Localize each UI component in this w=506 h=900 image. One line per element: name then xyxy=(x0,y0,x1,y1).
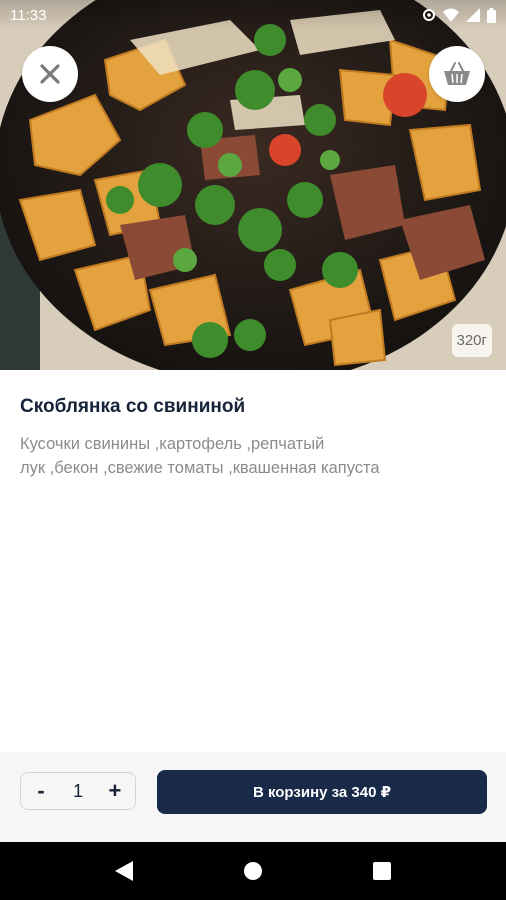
status-bar: 11:33 xyxy=(0,0,506,30)
add-to-cart-button[interactable]: В корзину за 340 ₽ xyxy=(157,770,487,814)
nav-home-button[interactable] xyxy=(233,851,273,891)
back-triangle-icon xyxy=(115,861,134,881)
order-panel: - 1 + В корзину за 340 ₽ xyxy=(0,752,506,842)
quantity-stepper: - 1 + xyxy=(20,772,136,810)
system-nav-bar xyxy=(0,842,506,900)
dish-description-line-1: Кусочки свинины ,картофель ,репчатый xyxy=(20,435,325,453)
battery-icon xyxy=(487,7,496,23)
close-button[interactable] xyxy=(22,46,78,102)
basket-icon xyxy=(444,62,470,85)
status-icons xyxy=(422,7,496,23)
decrement-button[interactable]: - xyxy=(29,776,53,806)
settings-icon xyxy=(423,9,435,21)
dish-description-line-2: лук ,бекон ,свежие томаты ,квашенная кап… xyxy=(20,459,380,477)
status-time: 11:33 xyxy=(10,6,47,24)
basket-button[interactable] xyxy=(429,46,485,102)
dish-photo xyxy=(0,0,506,370)
home-circle-icon xyxy=(243,862,262,880)
dish-title: Скоблянка со свининой xyxy=(20,396,246,417)
dish-description: Кусочки свинины ,картофель ,репчатый лук… xyxy=(20,432,420,480)
nav-recents-button[interactable] xyxy=(362,851,402,891)
weight-badge: 320г xyxy=(451,324,492,357)
signal-icon xyxy=(466,8,480,22)
wifi-icon xyxy=(443,8,459,22)
close-icon xyxy=(40,64,60,84)
nav-back-button[interactable] xyxy=(104,851,144,891)
dish-photo-illustration xyxy=(0,0,506,370)
recents-square-icon xyxy=(372,862,391,880)
quantity-value: 1 xyxy=(72,780,83,801)
increment-button[interactable]: + xyxy=(103,776,127,806)
